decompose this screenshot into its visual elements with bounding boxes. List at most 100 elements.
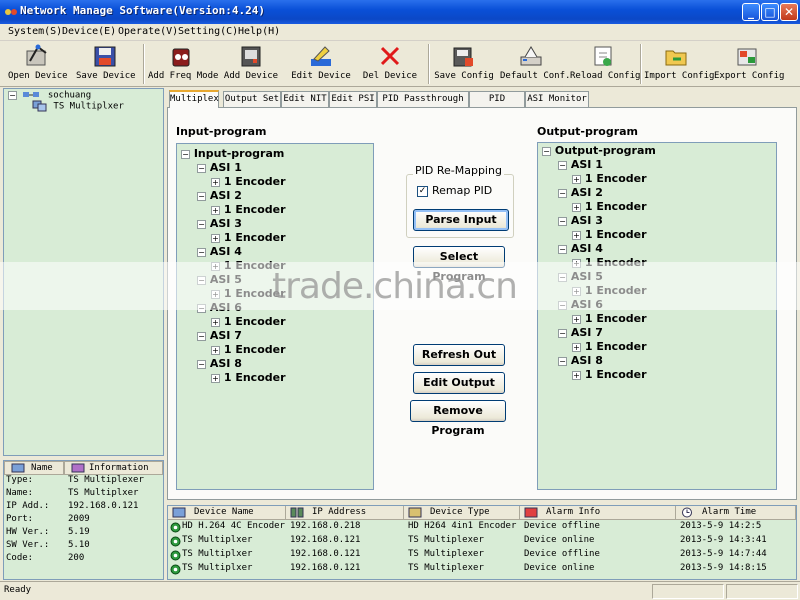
- collapse-icon[interactable]: −: [542, 146, 551, 156]
- asi-node[interactable]: − ASI 4: [558, 242, 603, 255]
- collapse-icon[interactable]: −: [558, 244, 567, 254]
- output-tree-root[interactable]: − Output-program: [542, 144, 656, 157]
- tab-pid-passthrough[interactable]: PID Passthrough: [377, 91, 469, 107]
- expand-icon[interactable]: +: [572, 202, 581, 212]
- edit-device-button[interactable]: Edit Device: [290, 41, 352, 85]
- collapse-icon[interactable]: −: [181, 149, 190, 159]
- list-row[interactable]: TS Multiplxer 192.168.0.121 TS Multiplexer…: [168, 549, 796, 562]
- col-ip-address[interactable]: IP Address: [286, 506, 404, 520]
- input-program-tree[interactable]: − Input-program − ASI 1 + 1 Encoder − ASI …: [176, 143, 374, 490]
- tab-multiplex[interactable]: Multiplex: [169, 90, 219, 108]
- collapse-icon[interactable]: −: [8, 90, 17, 100]
- col-device-type[interactable]: Device Type: [404, 506, 520, 520]
- asi-node[interactable]: − ASI 3: [558, 214, 603, 227]
- collapse-icon[interactable]: −: [197, 219, 206, 229]
- parse-input-button[interactable]: Parse Input: [413, 209, 509, 231]
- menu-operate[interactable]: Operate(V): [118, 26, 178, 37]
- asi-node[interactable]: − ASI 2: [197, 189, 242, 202]
- asi-node[interactable]: − ASI 1: [197, 161, 242, 174]
- expand-icon[interactable]: +: [572, 230, 581, 240]
- add-freq-mode-button[interactable]: Add Freq Mode: [148, 41, 218, 85]
- asi-node[interactable]: − ASI 8: [197, 357, 242, 370]
- expand-icon[interactable]: +: [211, 345, 220, 355]
- refresh-out-button[interactable]: Refresh Out: [413, 344, 505, 366]
- tab-edit-psi[interactable]: Edit PSI: [329, 91, 377, 107]
- asi-node[interactable]: − ASI 2: [558, 186, 603, 199]
- col-alarm-time[interactable]: Alarm Time: [676, 506, 796, 520]
- asi-node[interactable]: − ASI 3: [197, 217, 242, 230]
- remap-pid-checkbox[interactable]: ✓ Remap PID: [417, 184, 492, 197]
- expand-icon[interactable]: +: [572, 314, 581, 324]
- save-config-button[interactable]: Save Config: [434, 41, 494, 85]
- expand-icon[interactable]: +: [572, 174, 581, 184]
- tab-pid-filter[interactable]: PID Filter: [469, 91, 525, 118]
- tab-edit-nit[interactable]: Edit NIT: [281, 91, 329, 107]
- menu-system[interactable]: System(S): [8, 26, 62, 37]
- expand-icon[interactable]: +: [211, 205, 220, 215]
- tab-output-set[interactable]: Output Set: [223, 91, 281, 107]
- encoder-node[interactable]: + 1 Encoder: [572, 200, 647, 213]
- encoder-node[interactable]: + 1 Encoder: [572, 368, 647, 381]
- col-alarm-info[interactable]: Alarm Info: [520, 506, 676, 520]
- close-button[interactable]: ✕: [780, 3, 798, 21]
- col-device-name[interactable]: Device Name: [168, 506, 286, 520]
- collapse-icon[interactable]: −: [558, 216, 567, 226]
- tree-root[interactable]: − sochuang: [8, 90, 91, 101]
- collapse-icon[interactable]: −: [558, 356, 567, 366]
- encoder-node[interactable]: + 1 Encoder: [572, 340, 647, 353]
- collapse-icon[interactable]: −: [197, 247, 206, 257]
- encoder-node[interactable]: + 1 Encoder: [211, 175, 286, 188]
- expand-icon[interactable]: +: [572, 370, 581, 380]
- encoder-node[interactable]: + 1 Encoder: [211, 343, 286, 356]
- edit-output-button[interactable]: Edit Output: [413, 372, 505, 394]
- encoder-node[interactable]: + 1 Encoder: [572, 312, 647, 325]
- minimize-button[interactable]: _: [742, 3, 760, 21]
- add-device-button[interactable]: Add Device: [222, 41, 280, 85]
- list-row[interactable]: HD H.264 4C Encoder 192.168.0.218 HD H264 …: [168, 521, 796, 534]
- encoder-node[interactable]: + 1 Encoder: [211, 203, 286, 216]
- default-conf-button[interactable]: Default Conf.: [500, 41, 570, 85]
- encoder-node[interactable]: + 1 Encoder: [211, 315, 286, 328]
- collapse-icon[interactable]: −: [558, 328, 567, 338]
- collapse-icon[interactable]: −: [558, 188, 567, 198]
- remove-program-button[interactable]: Remove Program: [410, 400, 506, 437]
- asi-node[interactable]: − ASI 7: [558, 326, 603, 339]
- open-device-button[interactable]: Open Device: [8, 41, 68, 85]
- encoder-node[interactable]: + 1 Encoder: [211, 371, 286, 384]
- export-config-button[interactable]: Export Config: [714, 41, 784, 85]
- list-row[interactable]: TS Multiplxer 192.168.0.121 TS Multiplexer…: [168, 535, 796, 548]
- expand-icon[interactable]: +: [211, 177, 220, 187]
- save-device-button[interactable]: Save Device: [76, 41, 136, 85]
- tab-asi-monitor[interactable]: ASI Monitor: [525, 91, 589, 107]
- tree-item-ts-multiplxer[interactable]: TS Multiplxer: [32, 100, 124, 112]
- expand-icon[interactable]: +: [211, 233, 220, 243]
- expand-icon[interactable]: +: [572, 342, 581, 352]
- info-header-name[interactable]: Name: [4, 461, 64, 475]
- expand-icon[interactable]: +: [211, 317, 220, 327]
- menu-device[interactable]: Device(E): [62, 26, 116, 37]
- collapse-icon[interactable]: −: [197, 163, 206, 173]
- import-config-button[interactable]: Import Config: [644, 41, 714, 85]
- menu-help[interactable]: Help(H): [238, 26, 280, 37]
- output-program-tree[interactable]: − Output-program − ASI 1 + 1 Encoder − ASI…: [537, 142, 777, 490]
- encoder-node[interactable]: + 1 Encoder: [572, 172, 647, 185]
- collapse-icon[interactable]: −: [197, 331, 206, 341]
- collapse-icon[interactable]: −: [558, 160, 567, 170]
- checkbox-checked-icon[interactable]: ✓: [417, 185, 428, 197]
- del-device-button[interactable]: Del Device: [362, 41, 418, 85]
- asi-node[interactable]: − ASI 8: [558, 354, 603, 367]
- collapse-icon[interactable]: −: [197, 191, 206, 201]
- asi-node[interactable]: − ASI 4: [197, 245, 242, 258]
- asi-node[interactable]: − ASI 7: [197, 329, 242, 342]
- menu-setting[interactable]: Setting(C): [178, 26, 238, 37]
- info-header-information[interactable]: Information: [64, 461, 163, 475]
- encoder-node[interactable]: + 1 Encoder: [211, 231, 286, 244]
- collapse-icon[interactable]: −: [197, 359, 206, 369]
- list-row[interactable]: TS Multiplxer 192.168.0.121 TS Multiplexer…: [168, 563, 796, 576]
- asi-node[interactable]: − ASI 1: [558, 158, 603, 171]
- input-tree-root[interactable]: − Input-program: [181, 147, 284, 160]
- device-alarm-list[interactable]: Device Name IP Address Device Type Alarm…: [167, 505, 797, 580]
- reload-config-button[interactable]: Reload Config: [570, 41, 640, 85]
- encoder-node[interactable]: + 1 Encoder: [572, 228, 647, 241]
- expand-icon[interactable]: +: [211, 373, 220, 383]
